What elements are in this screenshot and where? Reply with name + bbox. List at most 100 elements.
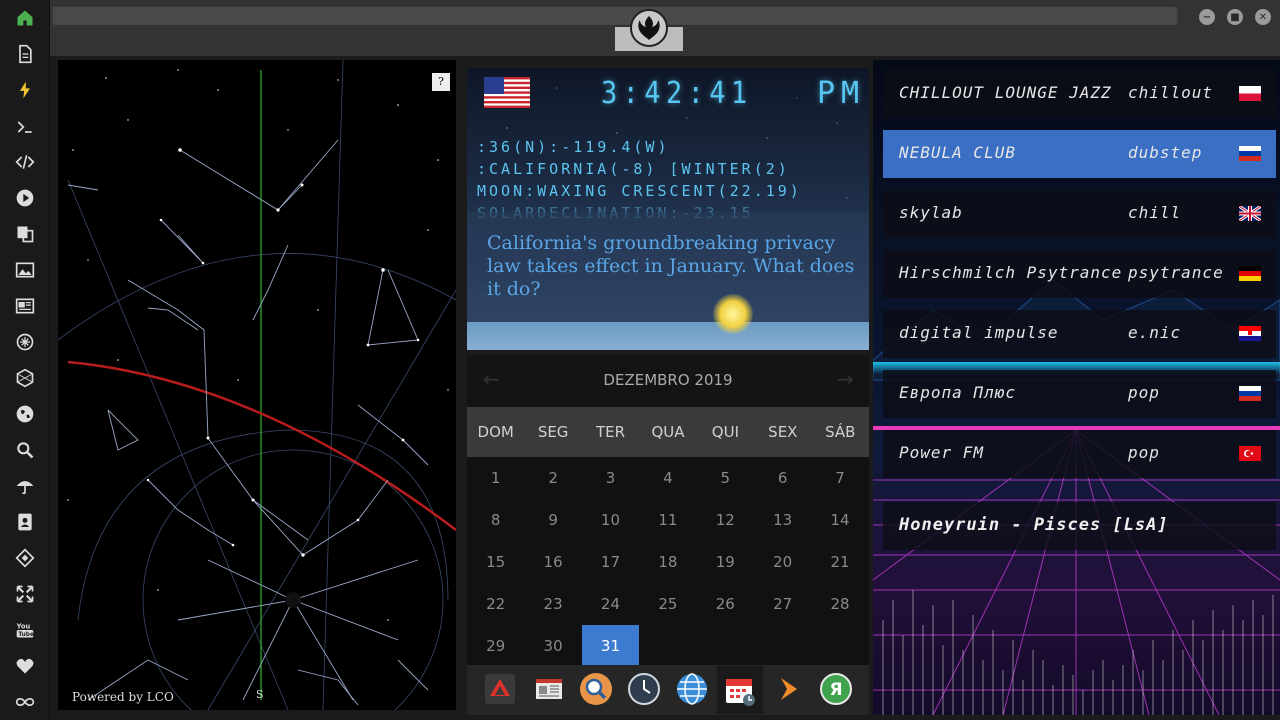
play-store-icon[interactable] [771,672,805,706]
address-bar[interactable] [52,5,1178,25]
calendar-day[interactable]: 9 [524,499,581,541]
infinity-icon[interactable] [13,690,37,714]
fullscreen-icon[interactable] [13,582,37,606]
calendar-day[interactable]: 17 [582,541,639,583]
newspaper-icon[interactable] [13,294,37,318]
station-item[interactable]: Hirschmilch Psytrance psytrance [883,250,1276,298]
sky-map[interactable]: ? Powered by LCO S [58,60,456,710]
russia-flag-icon [1239,146,1261,161]
calendar-icon[interactable] [717,666,763,714]
translate-icon[interactable] [13,222,37,246]
document-icon[interactable] [13,42,37,66]
close-button[interactable]: ✕ [1255,9,1271,25]
help-button[interactable]: ? [432,73,450,91]
search-icon[interactable] [13,438,37,462]
clock-icon[interactable] [627,672,661,706]
hexagon-icon[interactable] [13,366,37,390]
station-item[interactable]: Power FM pop [883,430,1276,478]
station-genre: chillout [1128,83,1214,102]
contacts-icon[interactable] [13,510,37,534]
code-icon[interactable] [13,150,37,174]
station-item[interactable]: CHILLOUT LOUNGE JAZZ chillout [883,70,1276,118]
calendar-day[interactable]: 18 [639,541,696,583]
calendar-next-button[interactable]: → [837,367,854,391]
calendar-weekdays: DOM SEG TER QUA QUI SEX SÁB [467,407,869,457]
calendar-day[interactable]: 7 [811,457,868,499]
station-item[interactable]: digital impulse e.nic [883,310,1276,358]
now-playing-bar[interactable]: Honeyruin - Pisces [LsA] [883,502,1276,550]
calendar-day [811,625,868,667]
region-text: :CALIFORNIA(-8) [WINTER(2) [477,160,790,178]
calendar-day[interactable]: 28 [811,583,868,625]
calendar-day-today[interactable]: 31 [581,625,640,667]
poland-flag-icon [1239,86,1261,101]
terminal-icon[interactable] [13,115,37,139]
heart-icon[interactable] [13,654,37,678]
weekday-label: SÁB [825,423,856,441]
maximize-button[interactable]: ■ [1227,9,1243,25]
germany-flag-icon [1239,266,1261,281]
news-banner[interactable]: California's groundbreaking privacy law … [467,212,869,322]
calendar-day[interactable]: 25 [639,583,696,625]
yandex-icon[interactable]: Я [819,672,853,706]
turkey-flag-icon [1239,446,1261,461]
calendar-day[interactable]: 20 [754,541,811,583]
weekday-label: TER [596,423,626,441]
calendar-day[interactable]: 22 [467,583,524,625]
calendar-day[interactable]: 16 [524,541,581,583]
calendar-day[interactable]: 5 [697,457,754,499]
anydesk-icon[interactable] [483,672,517,706]
news-icon[interactable] [532,672,566,706]
clock-ampm: PM [817,76,866,111]
calendar-day[interactable]: 27 [754,583,811,625]
bolt-icon[interactable] [13,78,37,102]
clock-time: 3:42:41 [601,76,753,111]
calendar-day[interactable]: 12 [697,499,754,541]
calendar-day[interactable]: 26 [697,583,754,625]
calendar-day[interactable]: 6 [754,457,811,499]
station-genre: pop [1128,443,1160,462]
calendar-week-row: 1234567 [467,457,869,499]
calendar-day[interactable]: 1 [467,457,524,499]
calendar-header: ← DEZEMBRO 2019 → [467,355,869,407]
settings-icon[interactable] [13,330,37,354]
extension-icon[interactable] [13,546,37,570]
calendar-day[interactable]: 2 [524,457,581,499]
calendar-day [639,625,696,667]
station-name: NEBULA CLUB [899,143,1016,162]
calendar-day[interactable]: 3 [582,457,639,499]
calendar-day[interactable]: 23 [524,583,581,625]
minimize-button[interactable]: − [1199,9,1215,25]
powered-by-label[interactable]: Powered by LCO [72,690,174,704]
youtube-icon[interactable]: You Tube [13,618,37,642]
svg-text:Tube: Tube [18,632,34,638]
calendar-day[interactable]: 11 [639,499,696,541]
calendar-day[interactable]: 29 [467,625,524,667]
news-headline[interactable]: California's groundbreaking privacy law … [487,232,857,301]
calendar-day[interactable]: 10 [582,499,639,541]
calendar-day[interactable]: 15 [467,541,524,583]
globe-icon[interactable] [13,402,37,426]
calendar-day[interactable]: 4 [639,457,696,499]
calendar-day[interactable]: 8 [467,499,524,541]
calendar-day[interactable]: 19 [697,541,754,583]
station-genre: psytrance [1128,263,1224,282]
calendar-day[interactable]: 14 [811,499,868,541]
calendar-day[interactable]: 21 [811,541,868,583]
station-item[interactable]: skylab chill [883,190,1276,238]
umbrella-icon[interactable] [13,474,37,498]
calendar-day[interactable]: 13 [754,499,811,541]
image-icon[interactable] [13,258,37,282]
station-genre: e.nic [1128,323,1182,342]
station-item[interactable]: Европа Плюс pop [883,370,1276,418]
now-playing-title: Honeyruin - Pisces [LsA] [899,515,1169,535]
calendar-day[interactable]: 30 [524,625,581,667]
calendar-widget: ← DEZEMBRO 2019 → DOM SEG TER QUA QUI SE… [467,355,869,667]
station-item[interactable]: NEBULA CLUB dubstep [883,130,1276,178]
play-icon[interactable] [13,186,37,210]
calendar-day[interactable]: 24 [582,583,639,625]
browser-icon[interactable] [675,672,709,706]
constellation-chart [58,60,456,710]
home-icon[interactable] [13,6,37,30]
search-icon[interactable] [579,672,613,706]
